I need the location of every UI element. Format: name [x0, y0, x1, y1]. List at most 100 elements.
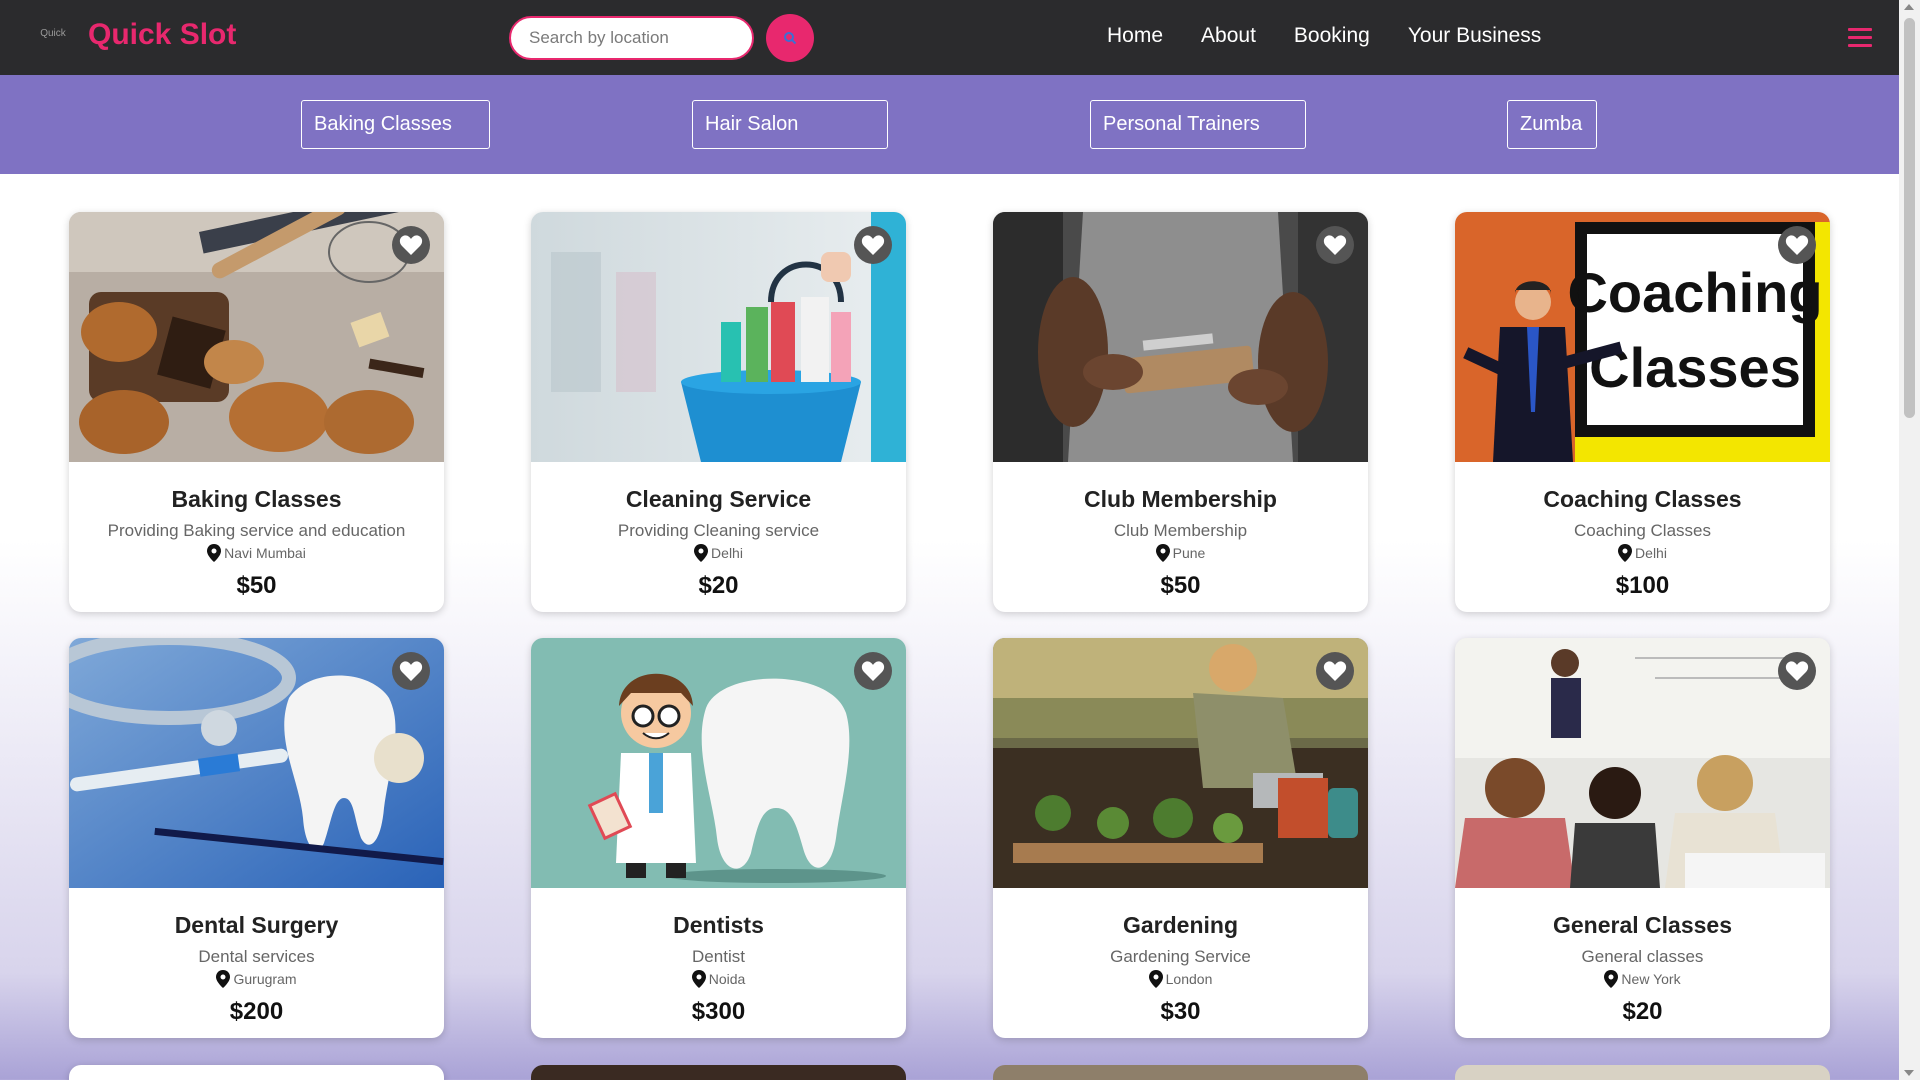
- service-location: Delhi: [1455, 544, 1830, 562]
- service-price: $20: [1622, 998, 1663, 1025]
- baking-pastries-image: [69, 212, 444, 462]
- nav-links: Home About Booking Your Business: [1107, 24, 1579, 48]
- service-card[interactable]: Gardening Gardening Service London $30: [993, 638, 1368, 1038]
- service-description: General classes: [1581, 947, 1704, 966]
- category-baking-classes[interactable]: Baking Classes: [301, 100, 490, 149]
- service-description: Coaching Classes: [1573, 521, 1711, 540]
- search-button[interactable]: [766, 14, 814, 62]
- cartoon-dentist-image: [531, 638, 906, 888]
- category-hair-salon[interactable]: Hair Salon: [692, 100, 888, 149]
- heart-icon: [1323, 235, 1347, 255]
- favorite-button[interactable]: [854, 226, 892, 264]
- service-card-partial[interactable]: [1455, 1065, 1830, 1080]
- service-title: Cleaning Service: [625, 486, 812, 512]
- dental-tools-image: [69, 638, 444, 888]
- location-text: London: [1165, 971, 1213, 987]
- favorite-button[interactable]: [1316, 652, 1354, 690]
- service-location: Gurugram: [69, 970, 444, 988]
- heart-icon: [1785, 661, 1809, 681]
- service-card[interactable]: General Classes General classes New York…: [1455, 638, 1830, 1038]
- location-text: Delhi: [1635, 545, 1667, 561]
- nav-link-about[interactable]: About: [1201, 24, 1256, 48]
- service-location: London: [993, 970, 1368, 988]
- location-pin-icon: [1618, 544, 1633, 562]
- service-card[interactable]: Dental Surgery Dental services Gurugram …: [69, 638, 444, 1038]
- trainer-clipboard-image: [993, 212, 1368, 462]
- brand-name[interactable]: Quick Slot: [88, 18, 236, 52]
- card-body: Baking Classes Providing Baking service …: [69, 462, 444, 612]
- nav-link-booking[interactable]: Booking: [1294, 24, 1370, 48]
- brand-logo[interactable]: Quick: [38, 28, 68, 39]
- card-body: Cleaning Service Providing Cleaning serv…: [531, 462, 906, 612]
- service-description: Providing Baking service and education: [107, 521, 406, 540]
- service-price: $50: [1160, 572, 1201, 599]
- card-body: Dentists Dentist Noida $300: [531, 888, 906, 1038]
- service-price: $100: [1615, 572, 1670, 599]
- scroll-up-arrow-icon[interactable]: [1904, 4, 1914, 10]
- card-body: Gardening Gardening Service London $30: [993, 888, 1368, 1038]
- service-card[interactable]: Baking Classes Providing Baking service …: [69, 212, 444, 612]
- service-title: Coaching Classes: [1543, 486, 1742, 512]
- scrollbar-thumb[interactable]: [1904, 18, 1915, 418]
- nav-link-home[interactable]: Home: [1107, 24, 1163, 48]
- service-location: Navi Mumbai: [69, 544, 444, 562]
- service-location: Delhi: [531, 544, 906, 562]
- location-pin-icon: [1604, 970, 1619, 988]
- scroll-down-arrow-icon[interactable]: [1904, 1070, 1914, 1076]
- service-title: General Classes: [1552, 912, 1732, 938]
- category-bar: Baking Classes Hair Salon Personal Train…: [0, 75, 1899, 174]
- card-body: Dental Surgery Dental services Gurugram …: [69, 888, 444, 1038]
- location-text: Noida: [708, 971, 746, 987]
- heart-icon: [1785, 235, 1809, 255]
- service-card[interactable]: Club Membership Club Membership Pune $50: [993, 212, 1368, 612]
- card-body: Coaching Classes Coaching Classes Delhi …: [1455, 462, 1830, 612]
- coaching-board-image: Coaching Classes: [1455, 212, 1830, 462]
- service-description: Club Membership: [1113, 521, 1248, 540]
- favorite-button[interactable]: [1316, 226, 1354, 264]
- location-pin-icon: [216, 970, 231, 988]
- location-text: Gurugram: [233, 971, 297, 987]
- heart-icon: [399, 661, 423, 681]
- location-text: Delhi: [711, 545, 743, 561]
- hamburger-menu-icon[interactable]: [1848, 28, 1872, 50]
- location-text: Navi Mumbai: [224, 545, 306, 561]
- top-navbar: Quick Quick Slot Home About Booking Your…: [0, 0, 1899, 75]
- service-card[interactable]: Cleaning Service Providing Cleaning serv…: [531, 212, 906, 612]
- board-text-line-2: Classes: [1589, 336, 1801, 399]
- service-price: $200: [229, 998, 284, 1025]
- favorite-button[interactable]: [1778, 652, 1816, 690]
- location-pin-icon: [1148, 970, 1163, 988]
- favorite-button[interactable]: [1778, 226, 1816, 264]
- location-pin-icon: [694, 544, 709, 562]
- service-location: Pune: [993, 544, 1368, 562]
- service-card[interactable]: Dentists Dentist Noida $300: [531, 638, 906, 1038]
- classroom-image: [1455, 638, 1830, 888]
- service-card-partial[interactable]: [531, 1065, 906, 1080]
- location-text: New York: [1621, 971, 1681, 987]
- service-description: Gardening Service: [1110, 947, 1251, 966]
- service-card[interactable]: Coaching Classes Coaching Classes Coachi…: [1455, 212, 1830, 612]
- nav-link-your-business[interactable]: Your Business: [1408, 24, 1541, 48]
- favorite-button[interactable]: [392, 652, 430, 690]
- service-card-partial[interactable]: [993, 1065, 1368, 1080]
- location-pin-icon: [691, 970, 706, 988]
- service-price: $20: [698, 572, 739, 599]
- service-price: $300: [691, 998, 746, 1025]
- service-title: Dentists: [673, 912, 764, 938]
- heart-icon: [1323, 661, 1347, 681]
- search-input[interactable]: [509, 16, 754, 60]
- service-title: Baking Classes: [171, 486, 342, 512]
- cleaning-bucket-image: [531, 212, 906, 462]
- card-body: General Classes General classes New York…: [1455, 888, 1830, 1038]
- service-card-partial[interactable]: [69, 1065, 444, 1080]
- service-description: Dental services: [198, 947, 315, 966]
- service-title: Club Membership: [1084, 486, 1277, 512]
- page-scrollbar[interactable]: [1899, 0, 1920, 1080]
- category-personal-trainers[interactable]: Personal Trainers: [1090, 100, 1306, 149]
- service-title: Gardening: [1122, 912, 1238, 938]
- favorite-button[interactable]: [854, 652, 892, 690]
- favorite-button[interactable]: [392, 226, 430, 264]
- service-description: Providing Cleaning service: [617, 521, 820, 540]
- category-zumba[interactable]: Zumba: [1507, 100, 1597, 149]
- service-location: New York: [1455, 970, 1830, 988]
